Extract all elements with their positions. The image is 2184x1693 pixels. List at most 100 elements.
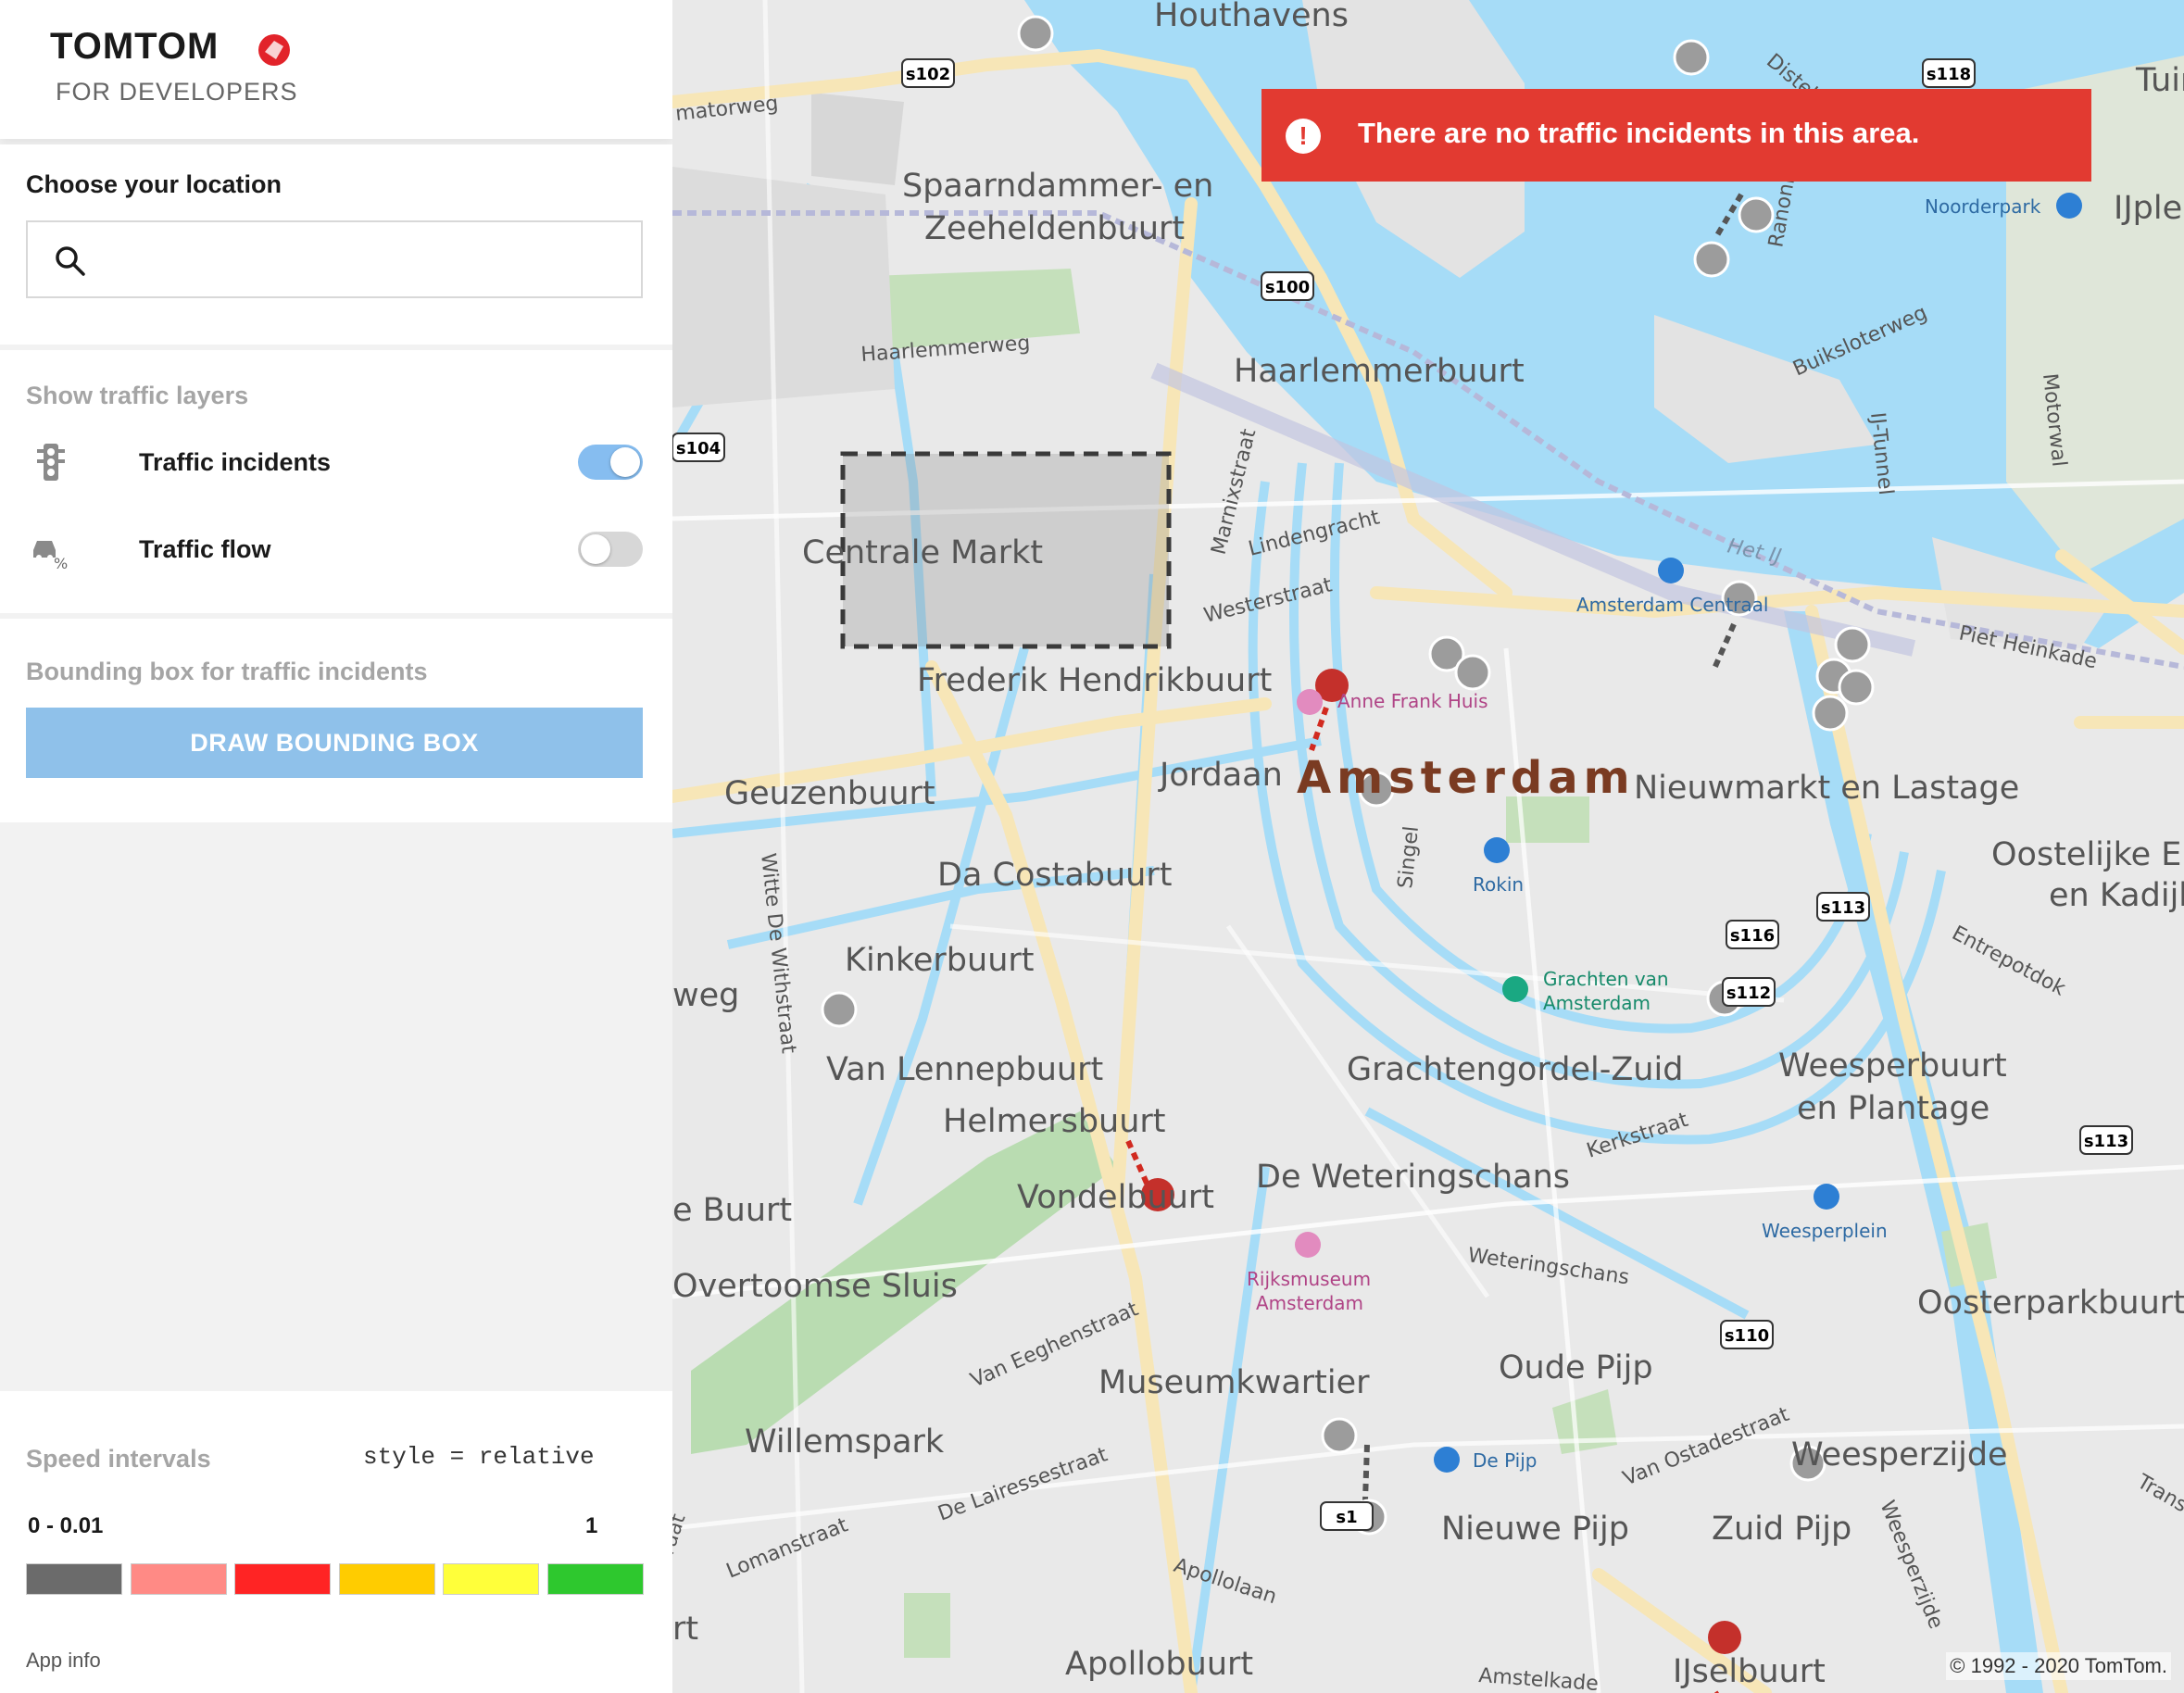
district-label: Kinkerbuurt: [845, 942, 1035, 979]
road-closure-icon[interactable]: [1838, 669, 1875, 706]
district-label: Jordaan: [1158, 757, 1283, 794]
svg-text:s102: s102: [906, 65, 950, 84]
road-closure-icon[interactable]: [821, 991, 858, 1028]
museum-icon[interactable]: [1295, 1232, 1321, 1258]
district-label: Nieuwmarkt en Lastage: [1634, 770, 2019, 807]
road-shield: s113: [2079, 1125, 2133, 1155]
search-input[interactable]: [102, 232, 624, 289]
bus-stop-icon[interactable]: [1434, 1447, 1460, 1473]
draw-bounding-box-button[interactable]: DRAW BOUNDING BOX: [26, 708, 643, 778]
svg-text:s100: s100: [1265, 278, 1310, 297]
road-closure-icon[interactable]: [1812, 695, 1849, 732]
car-incident-icon[interactable]: [1708, 1621, 1741, 1654]
map-svg[interactable]: s102 s118 s100 s104 s116 s113 s112 s113 …: [672, 0, 2184, 1693]
road-shield: s102: [901, 58, 955, 88]
district-label: Geuzenbuurt: [724, 775, 935, 812]
brand-logo: TOMTOM: [50, 26, 220, 67]
district-label: en Plantage: [1797, 1090, 1989, 1127]
road-closure-icon[interactable]: [1834, 626, 1871, 663]
district-label: Oude Pijp: [1499, 1349, 1653, 1386]
app-info-link[interactable]: App info: [26, 1649, 101, 1673]
district-label: Oosterparkbuurt: [1917, 1285, 2184, 1322]
bus-stop-icon[interactable]: [1484, 837, 1510, 863]
poi-label: Amsterdam Centraal: [1576, 594, 1768, 616]
traffic-light-icon: [37, 444, 65, 481]
poi-label: Noorderpark: [1925, 195, 2041, 218]
location-panel: Choose your location: [0, 144, 672, 345]
district-label: Zeeheldenbuurt: [924, 210, 1185, 247]
svg-text:s113: s113: [2084, 1132, 2128, 1151]
speed-color-scale: [26, 1563, 645, 1597]
copyright-text: © 1992 - 2020 TomTom.: [1946, 1652, 2171, 1680]
district-label: Weesperzijde: [1791, 1436, 2008, 1474]
poi-label: Amsterdam: [1256, 1292, 1363, 1314]
speed-swatch: [443, 1563, 539, 1595]
road-closure-icon[interactable]: [1673, 39, 1710, 76]
city-label: Amsterdam: [1297, 752, 1636, 804]
traffic-layers-panel: Show traffic layers Traffic incidents % …: [0, 350, 672, 613]
bus-stop-icon[interactable]: [1658, 558, 1684, 583]
bounding-box-panel: Bounding box for traffic incidents DRAW …: [0, 619, 672, 822]
no-incidents-alert: ! There are no traffic incidents in this…: [1261, 89, 2091, 182]
traffic-flow-toggle[interactable]: [578, 532, 643, 567]
speed-intervals-title: Speed intervals: [26, 1445, 211, 1473]
speed-swatch: [26, 1563, 122, 1595]
road-shield: s118: [1922, 58, 1976, 88]
map-canvas[interactable]: s102 s118 s100 s104 s116 s113 s112 s113 …: [672, 0, 2184, 1693]
svg-text:s113: s113: [1821, 898, 1865, 918]
road-closure-icon[interactable]: [1017, 15, 1054, 52]
district-label: Zuid Pijp: [1712, 1511, 1851, 1548]
poi-label: De Pijp: [1473, 1449, 1538, 1472]
district-label: Tuin: [2135, 62, 2184, 99]
alert-text: There are no traffic incidents in this a…: [1358, 117, 1920, 149]
layer-label-flow: Traffic flow: [139, 535, 271, 563]
poi-label: Amsterdam: [1543, 992, 1651, 1014]
svg-text:s118: s118: [1927, 65, 1971, 84]
svg-text:s1: s1: [1336, 1508, 1357, 1527]
road-shield: s112: [1722, 977, 1776, 1007]
poi-label: Rijksmuseum: [1247, 1268, 1371, 1290]
svg-text:s110: s110: [1725, 1326, 1769, 1346]
svg-text:%: %: [54, 555, 68, 571]
bus-stop-icon[interactable]: [2056, 193, 2082, 219]
district-label: en Kadijk: [2049, 877, 2184, 914]
speed-style-label: style = relative: [363, 1443, 595, 1471]
road-closure-icon[interactable]: [1454, 654, 1491, 691]
district-label: De Weteringschans: [1256, 1159, 1570, 1196]
poi-label: Grachten van: [1543, 968, 1669, 990]
district-label: Helmersbuurt: [943, 1103, 1166, 1140]
bounding-box-title: Bounding box for traffic incidents: [26, 658, 428, 685]
svg-text:s104: s104: [676, 439, 721, 458]
district-label: Museumkwartier: [1098, 1364, 1370, 1401]
district-label: Willemspark: [745, 1423, 945, 1461]
poi-label: Weesperplein: [1762, 1220, 1888, 1242]
district-label: Spaarndammer- en: [902, 168, 1213, 205]
district-label: rt: [672, 1611, 698, 1648]
district-label: Apollobuurt: [1065, 1646, 1253, 1683]
speed-swatch: [547, 1563, 644, 1595]
tomtom-hand-icon: [258, 34, 290, 66]
search-icon: [56, 246, 85, 276]
district-label: weg: [672, 977, 739, 1014]
traffic-layers-title: Show traffic layers: [26, 382, 249, 409]
brand-subtitle: FOR DEVELOPERS: [56, 78, 298, 106]
district-label: Frederik Hendrikbuurt: [917, 662, 1272, 699]
district-label: Centrale Markt: [802, 534, 1043, 571]
district-label: Nieuwe Pijp: [1441, 1511, 1629, 1548]
road-closure-icon[interactable]: [1693, 241, 1730, 278]
district-label: IJselbuurt: [1673, 1653, 1826, 1690]
speed-swatch: [234, 1563, 331, 1595]
road-closure-icon[interactable]: [1321, 1417, 1358, 1454]
district-label: Oostelijke Eil: [1991, 836, 2184, 873]
search-box[interactable]: [26, 220, 643, 298]
traffic-incidents-toggle[interactable]: [578, 445, 643, 480]
bus-stop-icon[interactable]: [1814, 1184, 1839, 1210]
camera-icon[interactable]: [1502, 976, 1528, 1002]
layer-row-flow: % Traffic flow: [0, 517, 672, 582]
district-label: IJple: [2114, 190, 2182, 227]
district-label: Da Costabuurt: [937, 857, 1172, 894]
location-title: Choose your location: [26, 170, 282, 198]
district-label: Grachtengordel-Zuid: [1347, 1051, 1683, 1088]
svg-text:s116: s116: [1730, 926, 1775, 946]
museum-icon[interactable]: [1297, 689, 1323, 715]
